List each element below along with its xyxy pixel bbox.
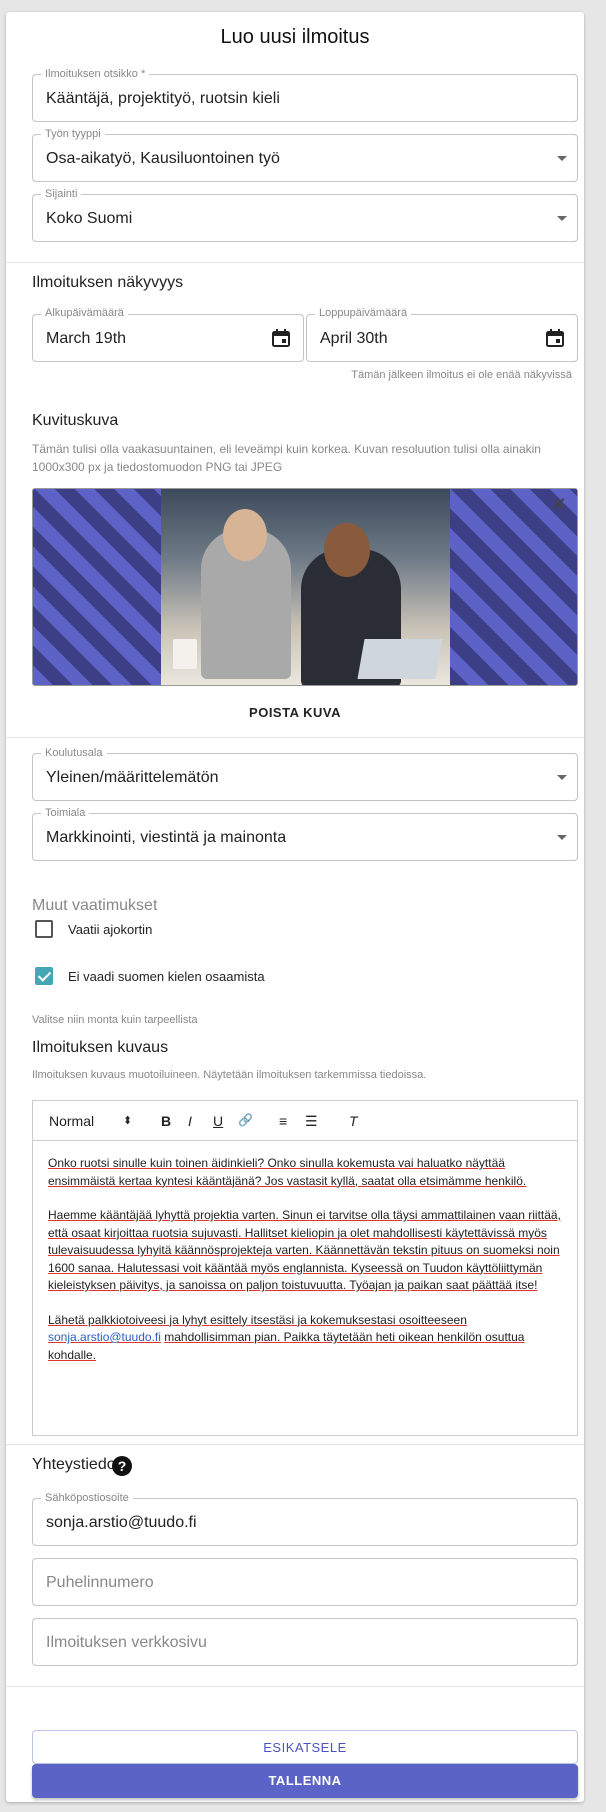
website-field[interactable]: Ilmoituksen verkkosivu [32,1618,578,1666]
industry-value: Markkinointi, viestintä ja mainonta [46,829,287,846]
no-finnish-checkbox[interactable] [35,967,53,985]
email-value: sonja.arstio@tuudo.fi [46,1514,197,1531]
industry-select[interactable]: Toimiala Markkinointi, viestintä ja main… [32,806,578,861]
format-select-arrows-icon: ⬍ [123,1115,133,1127]
editor-content[interactable]: Onko ruotsi sinulle kuin toinen äidinkie… [48,1155,568,1381]
calendar-icon[interactable] [271,328,291,348]
email-link[interactable]: sonja.arstio@tuudo.fi [48,1330,161,1344]
driving-license-checkbox[interactable] [35,920,53,938]
education-value: Yleinen/määrittelemätön [46,769,219,786]
photo-person-left-head [223,509,267,561]
ad-title-field[interactable]: Ilmoituksen otsikko * Kääntäjä, projekti… [32,67,578,122]
website-placeholder: Ilmoituksen verkkosivu [46,1634,207,1651]
location-label: Sijainti [41,187,82,201]
chevron-down-icon [557,775,567,780]
driving-license-label: Vaatii ajokortin [68,922,153,937]
photo-cup [173,639,197,669]
phone-placeholder: Puhelinnumero [46,1574,154,1591]
job-type-select[interactable]: Työn tyyppi Osa-aikatyö, Kausiluontoinen… [32,127,578,182]
education-label: Koulutusala [41,746,107,760]
description-title: Ilmoituksen kuvaus [32,1039,169,1056]
description-paragraph: Haemme kääntäjää lyhyttä projektia varte… [48,1208,561,1292]
preview-button[interactable]: ESIKATSELE [32,1730,578,1764]
bold-icon[interactable]: B [161,1113,171,1129]
divider [6,262,584,263]
ad-title-label: Ilmoituksen otsikko * [41,67,150,81]
help-icon[interactable]: ? [112,1456,132,1476]
divider [6,737,584,738]
illustration-image: ✕ [32,488,578,686]
photo-image [161,489,450,685]
create-ad-form: Luo uusi ilmoitus Ilmoituksen otsikko * … [6,12,584,1802]
close-icon[interactable]: ✕ [550,495,567,515]
image-help: Tämän tulisi olla vaakasuuntainen, eli l… [32,442,541,474]
underline-icon[interactable]: U [213,1113,223,1129]
description-paragraph: Onko ruotsi sinulle kuin toinen äidinkie… [48,1156,527,1188]
start-date-value: March 19th [46,330,127,347]
divider [6,1686,584,1687]
remove-image-button[interactable]: POISTA KUVA [6,705,584,720]
chevron-down-icon [557,835,567,840]
chevron-down-icon [557,156,567,161]
requirements-help: Valitse niin monta kuin tarpeellista [32,1014,198,1026]
italic-icon[interactable]: I [188,1113,192,1129]
description-paragraph: Lähetä palkkiotoiveesi ja lyhyt esittely… [48,1312,568,1365]
job-type-label: Työn tyyppi [41,127,105,141]
end-date-value: April 30th [320,330,388,347]
rich-text-editor[interactable]: Normal ⬍ B I U 🔗 ≡ ☰ T Onko ruotsi sinul… [32,1100,578,1436]
link-icon[interactable]: 🔗 [238,1113,253,1127]
paragraph-text: Lähetä palkkiotoiveesi ja lyhyt esittely… [48,1312,467,1327]
start-date-field[interactable]: Alkupäivämäärä March 19th [32,307,304,362]
page-title: Luo uusi ilmoitus [220,26,370,48]
format-select[interactable]: Normal [49,1113,94,1129]
end-date-label: Loppupäivämäärä [315,307,412,319]
chevron-down-icon [557,216,567,221]
clear-format-icon[interactable]: T [349,1113,358,1129]
email-field[interactable]: Sähköpostiosoite sonja.arstio@tuudo.fi [32,1491,578,1546]
email-label: Sähköpostiosoite [41,1491,133,1505]
no-finnish-label: Ei vaadi suomen kielen osaamista [68,969,265,984]
location-value: Koko Suomi [46,210,133,227]
contact-title: Yhteystiedot [32,1456,121,1473]
education-select[interactable]: Koulutusala Yleinen/määrittelemätön [32,746,578,801]
bullet-list-icon[interactable]: ☰ [305,1113,318,1130]
image-title: Kuvituskuva [32,412,119,429]
visibility-title: Ilmoituksen näkyvyys [32,274,184,291]
photo-laptop [357,639,443,679]
end-date-field[interactable]: Loppupäivämäärä April 30th [306,307,578,362]
divider [6,1444,584,1445]
start-date-label: Alkupäivämäärä [41,307,128,319]
requirements-title: Muut vaatimukset [32,897,158,914]
job-type-value: Osa-aikatyö, Kausiluontoinen työ [46,150,280,167]
photo-person-right-head [324,523,370,577]
save-button[interactable]: TALLENNA [32,1764,578,1798]
ad-title-value: Kääntäjä, projektityö, ruotsin kieli [46,90,280,107]
ordered-list-icon[interactable]: ≡ [279,1113,287,1129]
phone-field[interactable]: Puhelinnumero [32,1558,578,1606]
calendar-icon[interactable] [545,328,565,348]
editor-toolbar: Normal ⬍ B I U 🔗 ≡ ☰ T [33,1101,577,1141]
description-help: Ilmoituksen kuvaus muotoiluineen. Näytet… [32,1069,427,1081]
location-select[interactable]: Sijainti Koko Suomi [32,187,578,242]
end-date-help: Tämän jälkeen ilmoitus ei ole enää näkyv… [351,369,572,381]
industry-label: Toimiala [41,806,90,820]
